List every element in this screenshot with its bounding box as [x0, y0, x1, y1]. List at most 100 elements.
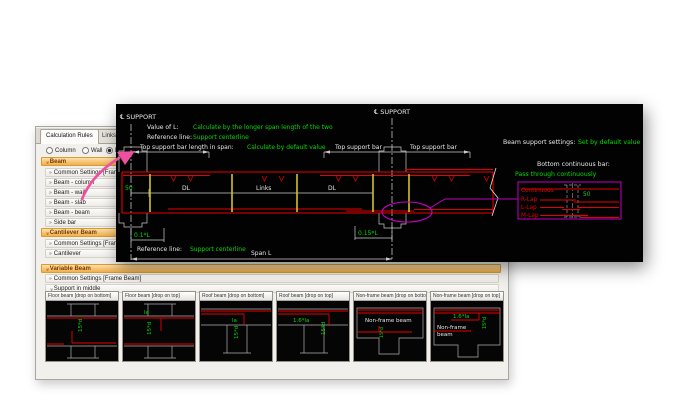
section-header-variable-beam[interactable]: »Variable Beam [41, 264, 501, 273]
chevron-right-icon: » [49, 199, 52, 208]
reference-line2-label: Reference line: [137, 246, 182, 253]
tree-item-label: Cantilever [54, 251, 81, 257]
bottom-continuous-bar-label: Bottom continuous bar: [537, 161, 610, 168]
beam-name-label: beam [437, 332, 453, 338]
tree-item-label: Beam - column [54, 180, 94, 186]
anchorage-label: 15*d [147, 322, 153, 335]
dim-01l: 0.1*L [134, 232, 151, 239]
top-bar-length-value: Calculate by default value [247, 144, 326, 151]
reference-line-value: Support centerline [193, 134, 249, 141]
section-title: Variable Beam [50, 266, 91, 272]
top-support-bar-label: Top support bar [334, 144, 382, 151]
dim-dl: DL [182, 185, 191, 192]
dim-links: Links [256, 185, 271, 192]
anchorage-label: 15*d [78, 319, 84, 332]
highlight-connector [430, 199, 518, 208]
reinforcement-bars [123, 170, 493, 212]
radio-column[interactable]: Column [46, 147, 76, 154]
beam-support-settings-label: Beam support settings: [503, 139, 575, 146]
dimension-arrows [131, 150, 470, 260]
beam-support-diagram: ℄ SUPPORT ℄ SUPPORT Value of L: Calculat… [116, 104, 643, 262]
bottom-continuous-bar-value: Pass through continuously [515, 171, 597, 178]
preview-caption: Non-frame beam [drop on bottom] [354, 292, 426, 301]
support-label-right: ℄ SUPPORT [374, 108, 410, 116]
page-background: Calculation Rules Links Settings Column … [0, 0, 680, 410]
preview-diagram: 15*d [46, 301, 118, 362]
chevron-down-icon: » [42, 232, 51, 235]
top-support-bar-label: Top support bar [409, 144, 457, 151]
preview-diagram: la 15*d [200, 301, 272, 362]
chevron-right-icon: » [49, 275, 52, 284]
lap-length-label: la [232, 318, 237, 324]
chevron-down-icon: » [42, 161, 51, 164]
chevron-right-icon: » [49, 189, 52, 198]
preview-caption: Floor beam [drop on bottom] [46, 292, 118, 301]
chevron-right-icon: » [49, 179, 52, 188]
dim-015l: 0.15*L [358, 230, 378, 237]
preview-caption: Floor beam [drop on top] [123, 292, 195, 301]
radio-label: Column [55, 148, 76, 154]
legend-r-lap: R-Lap [521, 197, 538, 203]
highlight-ellipse [382, 202, 432, 222]
anchorage-label: 15*d [321, 322, 327, 335]
radio-icon [46, 147, 53, 154]
preview-diagram: la 15*d [123, 301, 195, 362]
cad-diagram-window: ℄ SUPPORT ℄ SUPPORT Value of L: Calculat… [116, 104, 643, 262]
top-bar-length-label: Top support bar length in span: [139, 144, 234, 151]
lap-length-label: 1.6*la [293, 318, 309, 324]
section-title: Beam [50, 159, 66, 165]
legend-m-lap: M-Lap [521, 213, 539, 219]
chevron-down-icon: » [42, 268, 51, 271]
chevron-right-icon: » [49, 250, 52, 259]
anchorage-label: 15*d [234, 326, 240, 339]
preview-diagram: 1.6*la 15*d [277, 301, 349, 362]
chevron-right-icon: » [49, 169, 52, 178]
radio-icon [106, 147, 113, 154]
value-of-l-value: Calculate by the longer span length of t… [193, 124, 333, 131]
support-label-left: ℄ SUPPORT [120, 113, 156, 121]
chevron-right-icon: » [49, 240, 52, 249]
preview-caption: Non-frame beam [drop on top] [431, 292, 503, 301]
legend-l-lap: L-Lap [521, 205, 537, 211]
beam-outline [122, 172, 493, 213]
preview-caption: Roof beam [drop on bottom] [200, 292, 272, 301]
tree-item-label: Side bar [54, 220, 76, 226]
legend-continuous: Continuous [521, 188, 554, 194]
value-of-l-label: Value of L: [147, 124, 178, 131]
preview-diagram: Non-frame beam 15*d [354, 301, 426, 362]
reference-line-label: Reference line: [147, 134, 192, 141]
reference-line2-value: Support centerline [190, 246, 246, 253]
preview-panel-nonframe-beam-top: Non-frame beam [drop on top] 1.6*la Non-… [430, 291, 504, 362]
tree-item-label: Beam - wall [54, 190, 85, 196]
preview-panel-floor-beam-top: Floor beam [drop on top] la 15*d [122, 291, 196, 362]
legend-offset-value: 50 [583, 192, 591, 198]
section-title: Cantilever Beam [50, 230, 97, 236]
tab-calculation-rules[interactable]: Calculation Rules [40, 129, 99, 144]
preview-diagram: 1.6*la Non-frame beam 15*d [431, 301, 503, 362]
dim-50: 50 [125, 185, 133, 192]
radio-label: Wall [91, 148, 102, 154]
preview-panel-floor-beam-bottom: Floor beam [drop on bottom] 15*d [45, 291, 119, 362]
anchorage-label: 15*d [379, 327, 385, 338]
lap-length-label: la [144, 310, 149, 316]
dimension-lines [131, 152, 470, 259]
tree-item-common-settings[interactable]: »Common Settings [Frame Beam] [45, 274, 499, 283]
beam-break-line [490, 168, 498, 216]
radio-icon [82, 147, 89, 154]
tree-item-label: Common Settings [Frame Beam] [54, 276, 141, 282]
beam-support-settings-value: Set by default value [578, 139, 641, 146]
chevron-right-icon: » [49, 219, 52, 228]
anchorage-label: 15*d [482, 317, 488, 329]
beam-name-label: Non-frame [437, 325, 467, 331]
tree-item-label: Beam - slab [54, 200, 86, 206]
preview-panel-roof-beam-top: Roof beam [drop on top] 1.6*la 15*d [276, 291, 350, 362]
preview-panel-nonframe-beam-bottom: Non-frame beam [drop on bottom] Non-fram… [353, 291, 427, 362]
beam-name-label: Non-frame beam [365, 318, 412, 324]
span-label: Span L [251, 250, 272, 257]
preview-panel-roof-beam-bottom: Roof beam [drop on bottom] la 15*d [199, 291, 273, 362]
radio-wall[interactable]: Wall [82, 147, 102, 154]
lap-length-label: 1.6*la [453, 314, 469, 320]
preview-caption: Roof beam [drop on top] [277, 292, 349, 301]
stirrup-hooks [171, 176, 489, 181]
tree-item-label: Beam - beam [54, 210, 90, 216]
